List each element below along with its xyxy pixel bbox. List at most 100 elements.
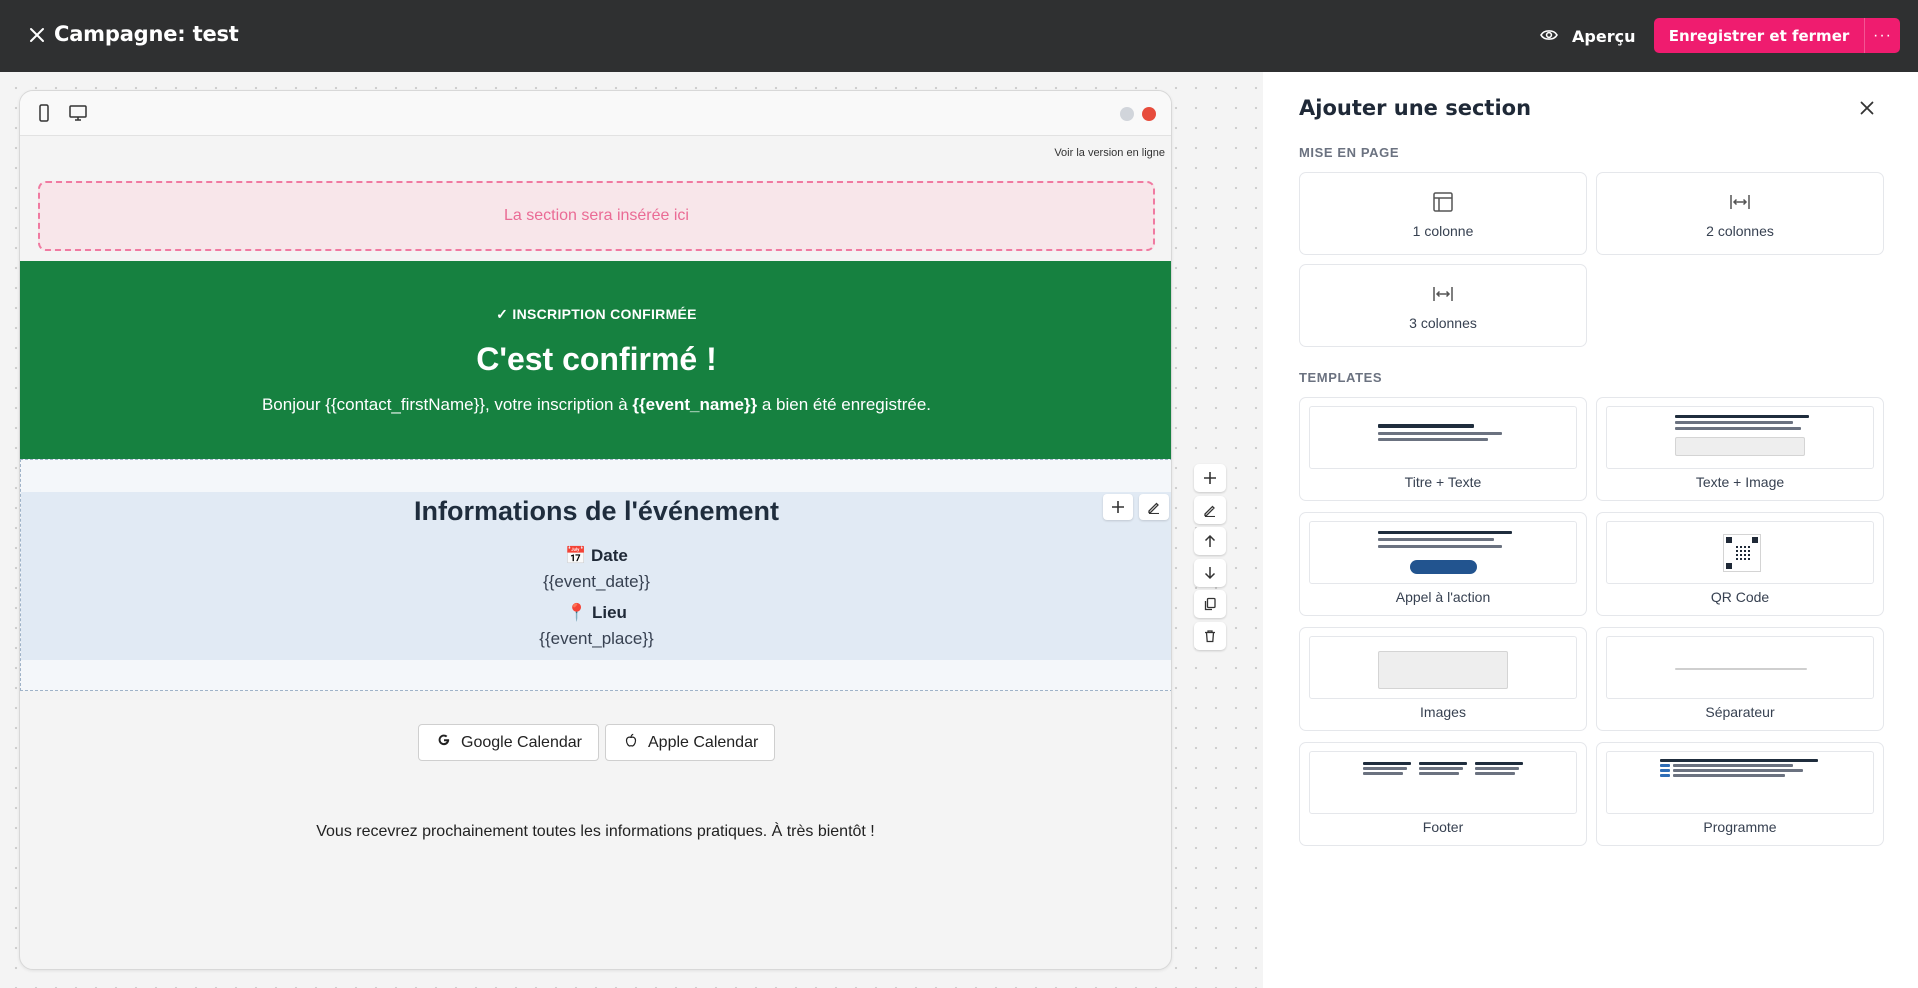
- template-preview: [1606, 521, 1874, 584]
- preview-button[interactable]: Aperçu: [1540, 22, 1635, 50]
- desktop-icon[interactable]: [68, 103, 88, 123]
- text-line: [1673, 769, 1803, 772]
- template-label: Appel à l'action: [1395, 589, 1491, 605]
- image-placeholder: [1378, 651, 1508, 689]
- apple-icon: [624, 733, 638, 752]
- google-calendar-label: Google Calendar: [461, 733, 582, 751]
- layout-2-columns[interactable]: 2 colonnes: [1596, 172, 1884, 255]
- mobile-icon[interactable]: [34, 103, 54, 123]
- template-title-text[interactable]: Titre + Texte: [1299, 397, 1587, 501]
- place-label-row: 📍 Lieu: [21, 603, 1171, 623]
- trash-icon[interactable]: [1194, 622, 1226, 650]
- footer-text-line: [1363, 767, 1407, 770]
- plus-icon[interactable]: [1194, 464, 1226, 492]
- template-preview: [1606, 636, 1874, 699]
- footer-title-line: [1363, 762, 1411, 765]
- image-placeholder: [1675, 437, 1805, 456]
- event-info-title: Informations de l'événement: [413, 496, 779, 526]
- template-preview: [1309, 521, 1577, 584]
- button-shape: [1410, 560, 1477, 574]
- preview-label: Aperçu: [1572, 26, 1636, 46]
- single-column-icon: [1430, 191, 1456, 213]
- template-footer[interactable]: Footer: [1299, 742, 1587, 846]
- footer-text-line: [1419, 772, 1459, 775]
- text-line: [1675, 427, 1801, 430]
- layout-label: 1 colonne: [1412, 223, 1474, 239]
- hero-text-event: {{event_name}}: [632, 395, 758, 414]
- template-label: Programme: [1703, 819, 1777, 835]
- apple-calendar-button[interactable]: Apple Calendar: [605, 724, 776, 761]
- text-line: [1378, 545, 1502, 548]
- edit-icon[interactable]: [1194, 496, 1226, 524]
- drop-zone-text: La section sera insérée ici: [504, 207, 689, 224]
- text-line: [1378, 538, 1494, 541]
- eye-icon: [1540, 27, 1558, 46]
- layout-label: 2 colonnes: [1706, 223, 1774, 239]
- text-line: [1675, 421, 1793, 424]
- panel-title: Ajouter une section: [1299, 96, 1532, 120]
- layout-heading: MISE EN PAGE: [1299, 145, 1400, 160]
- template-preview: [1309, 406, 1577, 469]
- template-label: Footer: [1422, 819, 1464, 835]
- title-line: [1675, 415, 1809, 418]
- hero-kicker: ✓ INSCRIPTION CONFIRMÉE: [496, 306, 697, 322]
- arrow-down-icon[interactable]: [1194, 559, 1226, 587]
- close-icon[interactable]: [1855, 96, 1879, 120]
- edit-block-button[interactable]: [1139, 494, 1169, 520]
- footer-text-line: [1475, 767, 1519, 770]
- template-text-image[interactable]: Texte + Image: [1596, 397, 1884, 501]
- template-preview: [1606, 751, 1874, 814]
- preview-toolbar: [20, 91, 1171, 136]
- columns-width-icon: [1727, 191, 1753, 213]
- template-call-to-action[interactable]: Appel à l'action: [1299, 512, 1587, 616]
- template-program[interactable]: Programme: [1596, 742, 1884, 846]
- hero-section[interactable]: ✓ INSCRIPTION CONFIRMÉE C'est confirmé !…: [20, 261, 1171, 459]
- google-calendar-button[interactable]: Google Calendar: [418, 724, 599, 761]
- template-label: Texte + Image: [1695, 474, 1785, 490]
- text-line: [1378, 438, 1488, 441]
- hero-text-end: a bien été enregistrée.: [757, 395, 932, 414]
- add-block-button[interactable]: [1103, 494, 1133, 520]
- calendar-icon: 📅: [565, 546, 587, 565]
- template-preview: [1309, 751, 1577, 814]
- closing-message: Vous recevrez prochainement toutes les i…: [316, 823, 875, 840]
- copy-icon[interactable]: [1194, 590, 1226, 618]
- footer-text-line: [1419, 767, 1463, 770]
- title-line: [1660, 759, 1818, 762]
- footer-text-line: [1363, 772, 1403, 775]
- layout-1-column[interactable]: 1 colonne: [1299, 172, 1587, 255]
- google-icon: [437, 733, 451, 752]
- template-preview: [1309, 636, 1577, 699]
- online-version-link[interactable]: Voir la version en ligne: [1054, 147, 1165, 159]
- text-line: [1673, 774, 1785, 777]
- save-and-close-button[interactable]: Enregistrer et fermer ···: [1654, 18, 1900, 53]
- hero-text-start: Bonjour {{contact_firstName}}, votre ins…: [261, 395, 633, 414]
- template-qr-code[interactable]: QR Code: [1596, 512, 1884, 616]
- hero-text: Bonjour {{contact_firstName}}, votre ins…: [20, 395, 1171, 415]
- columns-width-icon: [1430, 283, 1456, 305]
- template-preview: [1606, 406, 1874, 469]
- email-preview-frame: Voir la version en ligne La section sera…: [19, 90, 1172, 970]
- footer-title-line: [1419, 762, 1467, 765]
- template-label: Titre + Texte: [1404, 474, 1482, 490]
- footer-text-line: [1475, 772, 1515, 775]
- template-label: Images: [1420, 704, 1466, 720]
- time-marker: [1660, 769, 1670, 772]
- title-line: [1378, 424, 1474, 428]
- save-and-close-label: Enregistrer et fermer: [1668, 26, 1850, 45]
- close-icon[interactable]: [24, 22, 50, 48]
- hero-title: C'est confirmé !: [476, 341, 717, 377]
- selected-section[interactable]: Informations de l'événement 📅 Date {{eve…: [20, 459, 1171, 691]
- event-date-value: {{event_date}}: [543, 572, 650, 591]
- more-horizontal-icon[interactable]: ···: [1864, 18, 1900, 53]
- status-dot-red: [1142, 107, 1156, 121]
- arrow-up-icon[interactable]: [1194, 527, 1226, 555]
- qr-code-icon: [1723, 534, 1761, 572]
- template-separator[interactable]: Séparateur: [1596, 627, 1884, 731]
- section-drop-zone[interactable]: La section sera insérée ici: [38, 181, 1155, 251]
- layout-3-columns[interactable]: 3 colonnes: [1299, 264, 1587, 347]
- template-images[interactable]: Images: [1299, 627, 1587, 731]
- date-label: Date: [591, 546, 628, 565]
- status-dot-grey: [1120, 107, 1134, 121]
- time-marker: [1660, 764, 1670, 767]
